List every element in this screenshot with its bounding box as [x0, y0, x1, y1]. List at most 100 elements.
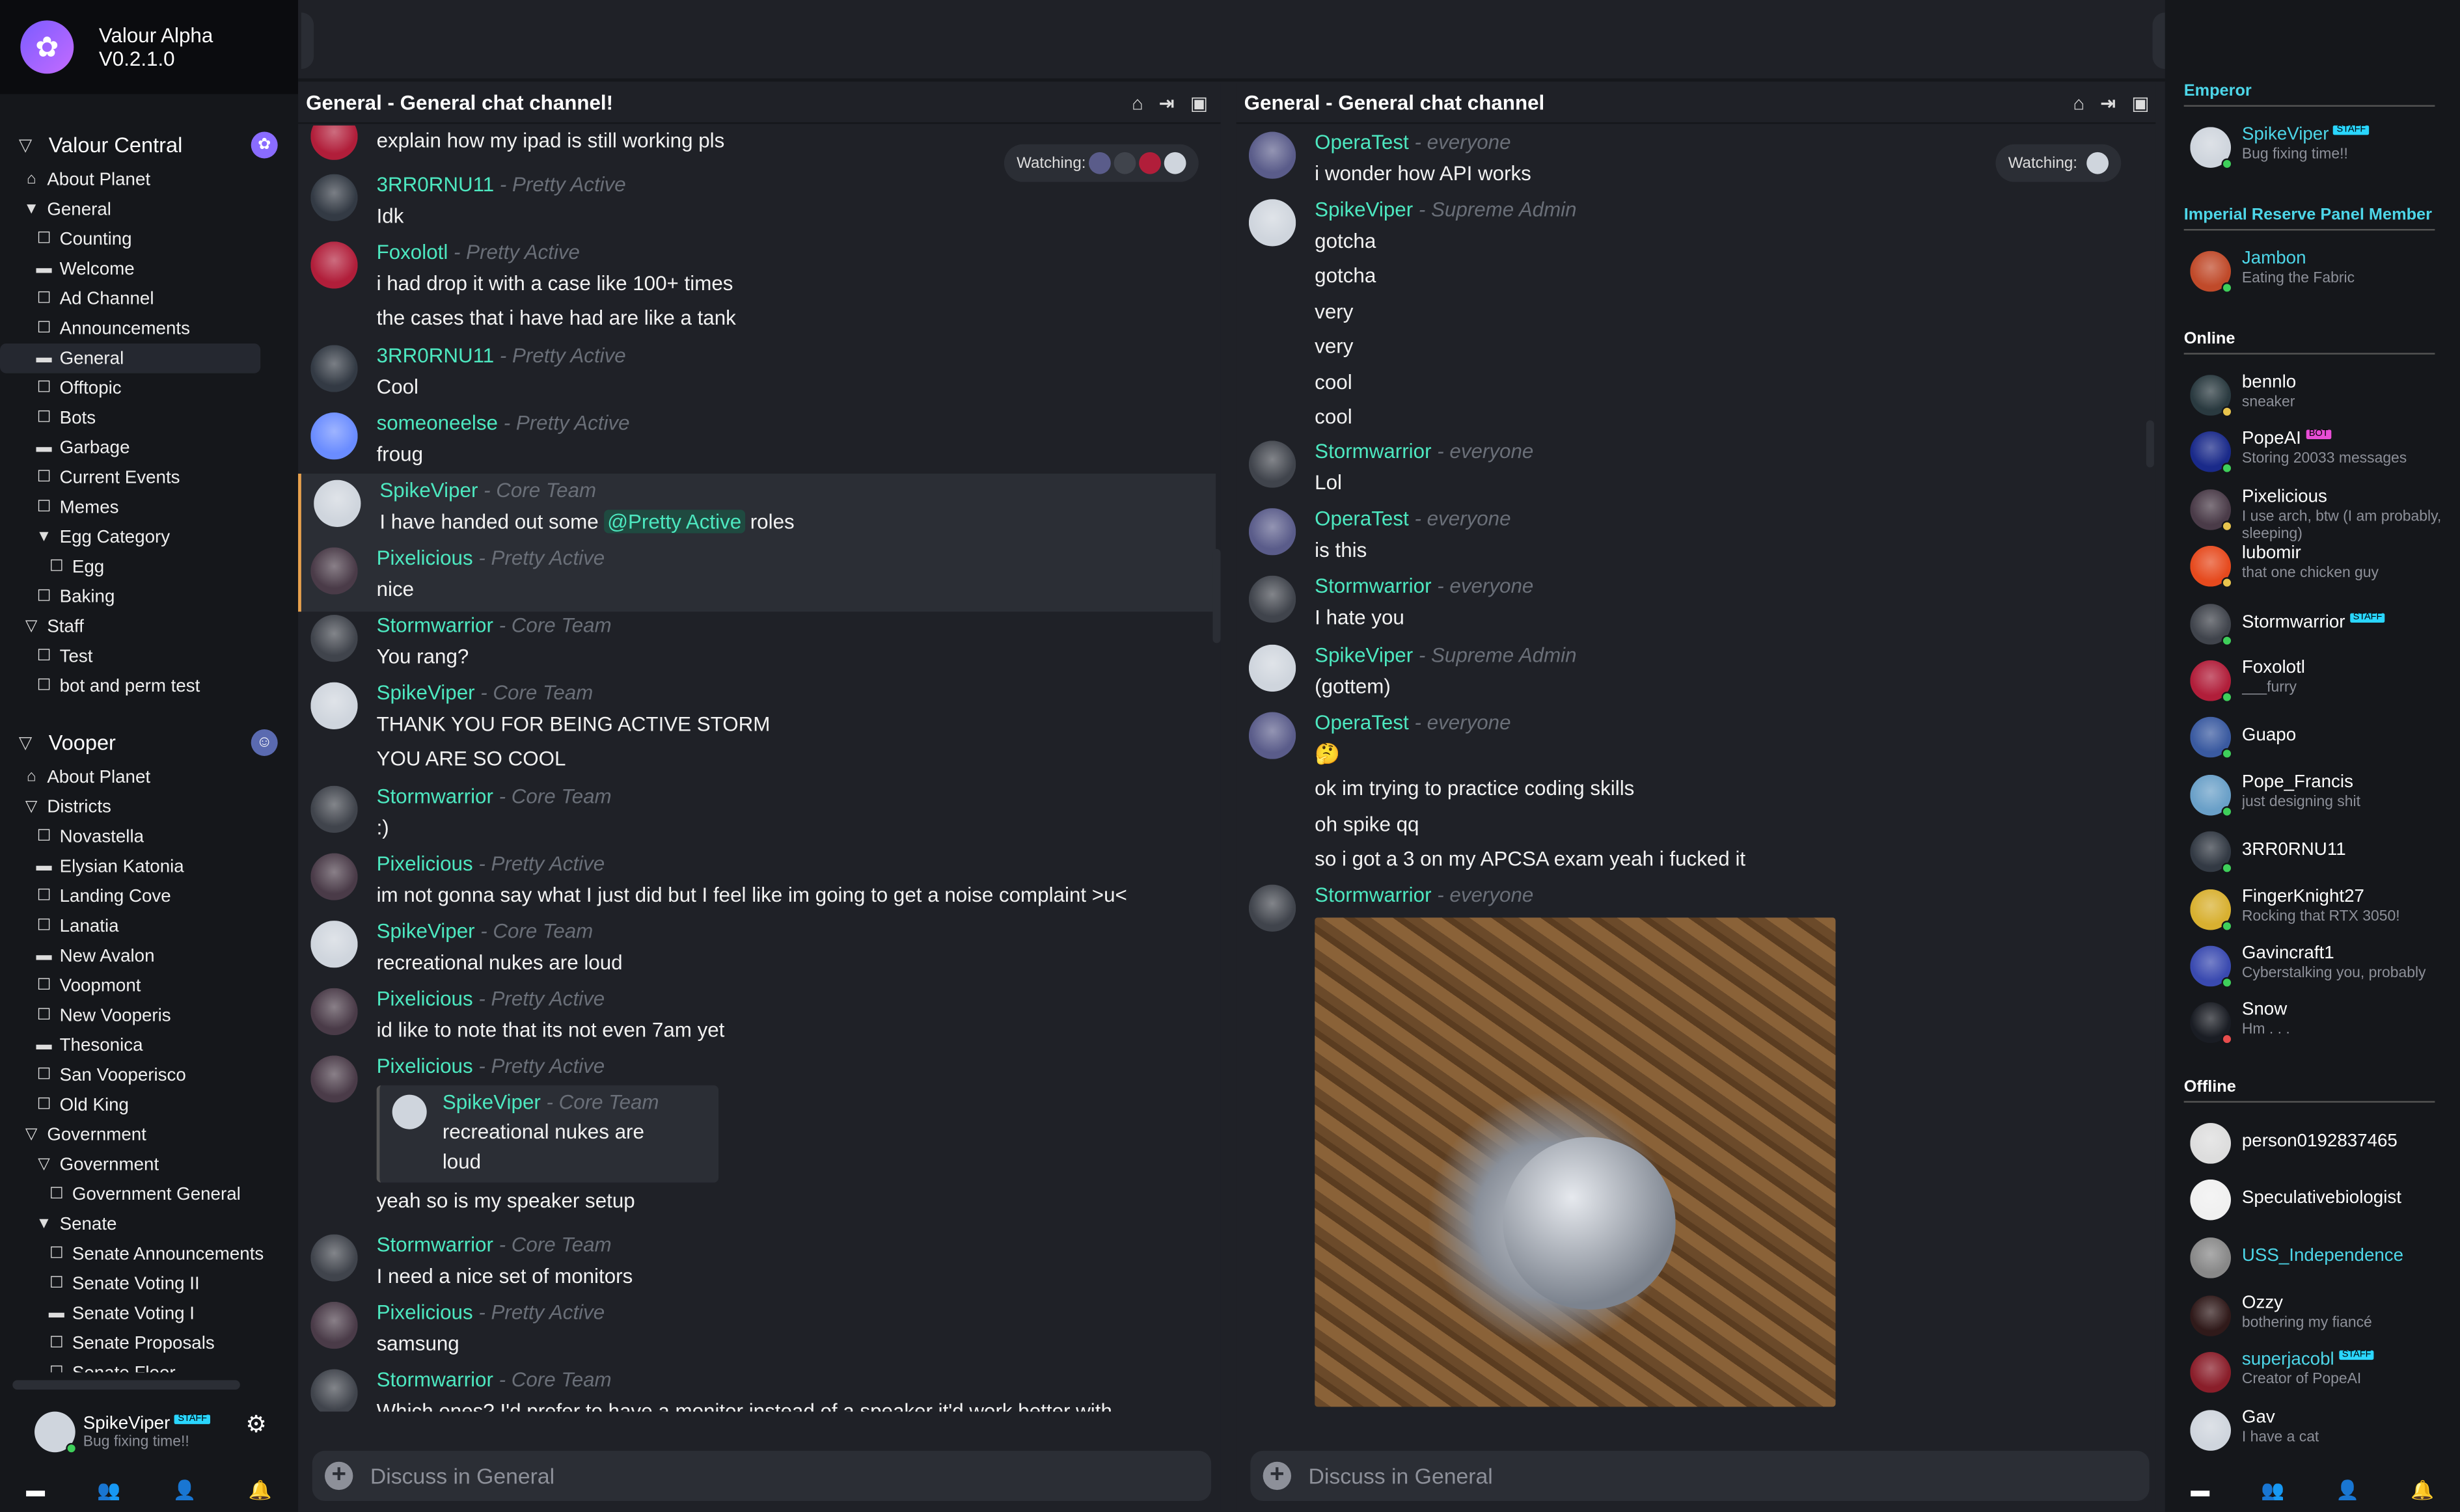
channel-item[interactable]: ☐ bot and perm test	[0, 671, 298, 701]
avatar[interactable]	[310, 682, 358, 729]
author-name[interactable]: Stormwarrior - Core Team	[377, 784, 612, 807]
member-row[interactable]: Gavincraft1 Cyberstalking you, probably	[2190, 944, 2457, 991]
left-handle[interactable]	[301, 12, 314, 70]
channel-item[interactable]: ☐ Offtopic	[0, 373, 298, 403]
member-row[interactable]: bennlo sneaker	[2190, 373, 2457, 420]
author-name[interactable]: someoneelse - Pretty Active	[377, 411, 630, 435]
chat-icon[interactable]: ▬	[2191, 1479, 2209, 1501]
avatar[interactable]	[1248, 712, 1296, 759]
channel-item[interactable]: ▬ General	[0, 343, 261, 373]
author-name[interactable]: 3RR0RNU11 - Pretty Active	[377, 344, 626, 367]
add-attachment-icon[interactable]: +	[325, 1461, 353, 1491]
member-row[interactable]: USS_Independence	[2190, 1236, 2457, 1283]
channel-item[interactable]: ☐ Announcements	[0, 314, 298, 344]
member-row[interactable]: FingerKnight27 Rocking that RTX 3050!	[2190, 887, 2457, 934]
avatar[interactable]	[1248, 440, 1296, 488]
home-icon[interactable]: ⌂	[2073, 92, 2084, 115]
exit-icon[interactable]: ⇥	[2100, 92, 2116, 115]
author-name[interactable]: 3RR0RNU11 - Pretty Active	[377, 172, 626, 196]
reply-quote[interactable]: SpikeViper - Core Team recreational nukes…	[376, 1085, 719, 1183]
author-name[interactable]: Stormwarrior - everyone	[1315, 439, 1533, 463]
scrollbar[interactable]	[2146, 420, 2154, 468]
avatar[interactable]	[1248, 508, 1296, 556]
watcher-avatar[interactable]	[1139, 152, 1162, 174]
channel-item[interactable]: ☐ Lanatia	[0, 911, 298, 941]
avatar[interactable]	[1248, 575, 1296, 623]
channel-item[interactable]: ☐ Old King	[0, 1090, 298, 1120]
avatar[interactable]	[310, 125, 358, 160]
author-name[interactable]: Pixelicious - Pretty Active	[377, 986, 605, 1010]
author-name[interactable]: SpikeViper - Core Team	[377, 919, 594, 943]
avatar[interactable]	[310, 412, 358, 460]
member-row[interactable]: Jambon Eating the Fabric	[2190, 249, 2457, 296]
avatar[interactable]	[310, 988, 358, 1036]
channel-item[interactable]: ▬ Thesonica	[0, 1031, 298, 1060]
channel-item[interactable]: ☐ Voopmont	[0, 971, 298, 1001]
member-row[interactable]: SpikeViper STAFF Bug fixing time!!	[2190, 125, 2457, 172]
avatar[interactable]	[1248, 131, 1296, 179]
channel-item[interactable]: ☐ New Vooperis	[0, 1001, 298, 1031]
member-row[interactable]: Speculativebiologist	[2190, 1178, 2457, 1225]
message-input[interactable]: + Discuss in General	[1250, 1450, 2150, 1502]
avatar[interactable]	[310, 1301, 358, 1349]
category-item[interactable]: ▼ Senate	[0, 1209, 298, 1239]
author-name[interactable]: OperaTest - everyone	[1315, 710, 1510, 734]
avatar[interactable]	[34, 1411, 77, 1454]
author-name[interactable]: OperaTest - everyone	[1315, 507, 1510, 530]
add-attachment-icon[interactable]: +	[1263, 1461, 1292, 1491]
watcher-avatar[interactable]	[1114, 152, 1136, 174]
author-name[interactable]: Stormwarrior - Core Team	[377, 1368, 612, 1391]
avatar[interactable]	[314, 479, 361, 527]
attached-image[interactable]	[1315, 917, 1836, 1407]
channel-item[interactable]: ☐ Counting	[0, 224, 298, 254]
channel-item[interactable]: ☐ Ad Channel	[0, 284, 298, 314]
author-name[interactable]: Foxolotl - Pretty Active	[377, 240, 580, 263]
channel-item[interactable]: ☐ Current Events	[0, 463, 298, 493]
watcher-avatar[interactable]	[2086, 152, 2109, 174]
exit-icon[interactable]: ⇥	[1159, 92, 1175, 115]
friends-icon[interactable]: 👥	[2261, 1479, 2284, 1501]
member-row[interactable]: person0192837465	[2190, 1121, 2457, 1168]
category-item[interactable]: ▽ Districts	[0, 792, 298, 822]
member-row[interactable]: Foxolotl ___furry	[2190, 658, 2457, 705]
channel-item[interactable]: ▬ Senate Voting I	[0, 1299, 298, 1329]
member-row[interactable]: Pope_Francis just designing shit	[2190, 773, 2457, 820]
bell-icon[interactable]: 🔔	[249, 1479, 272, 1501]
avatar[interactable]	[310, 853, 358, 900]
avatar[interactable]	[1248, 644, 1296, 692]
author-name[interactable]: Stormwarrior - everyone	[1315, 574, 1533, 597]
avatar[interactable]	[310, 1234, 358, 1282]
avatar[interactable]	[310, 345, 358, 392]
planet-header[interactable]: ▽ Vooper ☺	[0, 723, 298, 762]
member-row[interactable]: 3RR0RNU11	[2190, 830, 2457, 877]
channel-item[interactable]: ☐ Test	[0, 641, 298, 671]
channel-item[interactable]: ▬ Welcome	[0, 254, 298, 284]
planet-header[interactable]: ▽ Valour Central ✿	[0, 126, 298, 165]
author-name[interactable]: Pixelicious - Pretty Active	[377, 1054, 605, 1077]
channel-item[interactable]: ☐ Bots	[0, 403, 298, 433]
channel-item[interactable]: ☐ Memes	[0, 493, 298, 522]
author-name[interactable]: OperaTest - everyone	[1315, 130, 1510, 154]
author-name[interactable]: SpikeViper - Core Team	[377, 681, 594, 704]
watcher-avatar[interactable]	[1089, 152, 1112, 174]
chevron-down-icon[interactable]: ▽	[19, 135, 49, 155]
avatar[interactable]	[1248, 199, 1296, 247]
mention-chip[interactable]: @Pretty Active	[604, 509, 745, 533]
author-name[interactable]: Pixelicious - Pretty Active	[377, 852, 605, 875]
channel-item[interactable]: ☐ San Vooperisco	[0, 1060, 298, 1090]
home-icon[interactable]: ⌂	[1132, 92, 1143, 115]
category-item[interactable]: ▽ Staff	[0, 612, 298, 641]
new-window-icon[interactable]: ▣	[1190, 92, 1208, 115]
member-row[interactable]: Snow Hm . . .	[2190, 1001, 2457, 1048]
avatar[interactable]	[1248, 884, 1296, 932]
member-row[interactable]: superjacobl STAFF Creator of PopeAI	[2190, 1351, 2457, 1397]
member-row[interactable]: Ozzy bothering my fiancé	[2190, 1293, 2457, 1340]
author-name[interactable]: Stormwarrior - Core Team	[377, 614, 612, 637]
channel-item[interactable]: ☐ Government General	[0, 1180, 298, 1209]
author-name[interactable]: SpikeViper - Core Team	[379, 478, 596, 502]
avatar[interactable]	[310, 174, 358, 221]
member-row[interactable]: Gav I have a cat	[2190, 1408, 2457, 1455]
avatar[interactable]	[310, 547, 358, 595]
channel-item[interactable]: ☐ Novastella	[0, 822, 298, 852]
member-row[interactable]: PopeAI BOT Storing 20033 messages	[2190, 430, 2457, 477]
